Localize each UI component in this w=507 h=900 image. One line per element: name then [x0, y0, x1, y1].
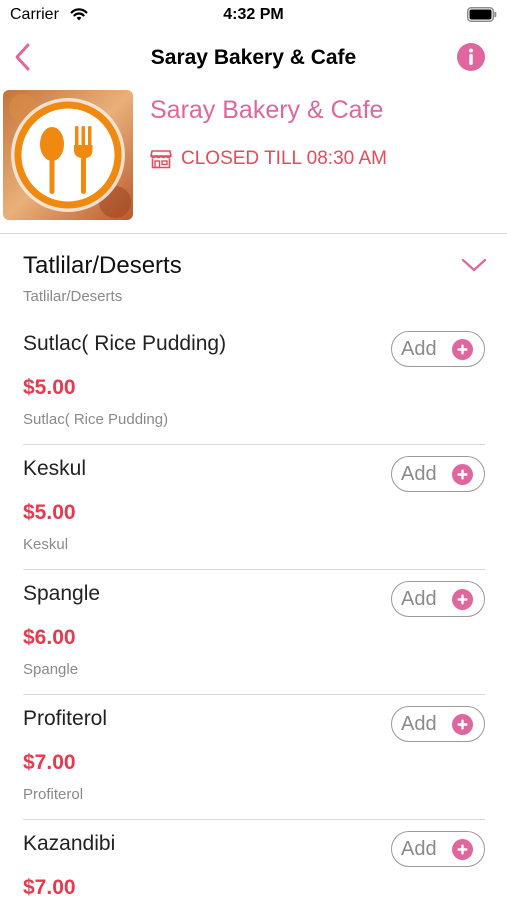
item-name: Spangle	[23, 582, 101, 605]
add-button-label: Add	[401, 462, 437, 485]
category-subtitle: Tatlilar/Deserts	[23, 288, 123, 305]
info-icon	[457, 43, 485, 71]
item-name: Kazandibi	[23, 832, 116, 855]
restaurant-header: Saray Bakery & Cafe CLOSED TILL 08:30 AM	[0, 86, 507, 234]
item-description: Spangle	[23, 661, 79, 678]
store-icon	[150, 150, 172, 169]
plus-circle-icon	[452, 714, 473, 735]
plus-circle-icon	[452, 339, 473, 360]
item-price: $7.00	[23, 876, 76, 899]
info-button[interactable]	[457, 43, 485, 71]
item-name: Keskul	[23, 457, 87, 480]
category-header[interactable]: Tatlilar/Deserts Tatlilar/Deserts	[0, 250, 507, 312]
restaurant-status: CLOSED TILL 08:30 AM	[150, 146, 387, 172]
add-button-label: Add	[401, 712, 437, 735]
menu-item-list: Sutlac( Rice Pudding) $5.00 Sutlac( Rice…	[0, 320, 507, 900]
menu-item: Sutlac( Rice Pudding) $5.00 Sutlac( Rice…	[0, 320, 507, 445]
item-description: Profiterol	[23, 786, 84, 803]
add-button[interactable]: Add	[391, 331, 485, 367]
clock: 4:32 PM	[223, 6, 284, 23]
plus-circle-icon	[452, 839, 473, 860]
restaurant-logo	[3, 90, 133, 220]
back-button[interactable]	[8, 40, 38, 74]
add-button[interactable]: Add	[391, 456, 485, 492]
add-button[interactable]: Add	[391, 831, 485, 867]
item-name: Sutlac( Rice Pudding)	[23, 332, 227, 355]
battery-icon	[467, 7, 497, 22]
item-price: $5.00	[23, 501, 76, 524]
chevron-left-icon	[15, 43, 30, 71]
add-button[interactable]: Add	[391, 581, 485, 617]
status-text: CLOSED TILL 08:30 AM	[181, 148, 387, 169]
menu-item: Profiterol $7.00 Profiterol Add	[0, 695, 507, 820]
menu-item: Kazandibi $7.00 Add	[0, 820, 507, 900]
add-button-label: Add	[401, 587, 437, 610]
plus-circle-icon	[452, 589, 473, 610]
item-description: Keskul	[23, 536, 69, 553]
item-name: Profiterol	[23, 707, 108, 730]
add-button-label: Add	[401, 837, 437, 860]
chevron-down-icon[interactable]	[461, 256, 487, 274]
item-price: $7.00	[23, 751, 76, 774]
status-bar: Carrier 4:32 PM	[0, 0, 507, 32]
item-description: Sutlac( Rice Pudding)	[23, 411, 169, 428]
page-title: Saray Bakery & Cafe	[150, 46, 357, 69]
menu-item: Spangle $6.00 Spangle Add	[0, 570, 507, 695]
plus-circle-icon	[452, 464, 473, 485]
menu-item: Keskul $5.00 Keskul Add	[0, 445, 507, 570]
navigation-bar: Saray Bakery & Cafe	[0, 32, 507, 82]
add-button-label: Add	[401, 337, 437, 360]
restaurant-name: Saray Bakery & Cafe	[150, 96, 384, 124]
category-title: Tatlilar/Deserts	[23, 252, 182, 279]
item-price: $5.00	[23, 376, 76, 399]
add-button[interactable]: Add	[391, 706, 485, 742]
item-price: $6.00	[23, 626, 76, 649]
